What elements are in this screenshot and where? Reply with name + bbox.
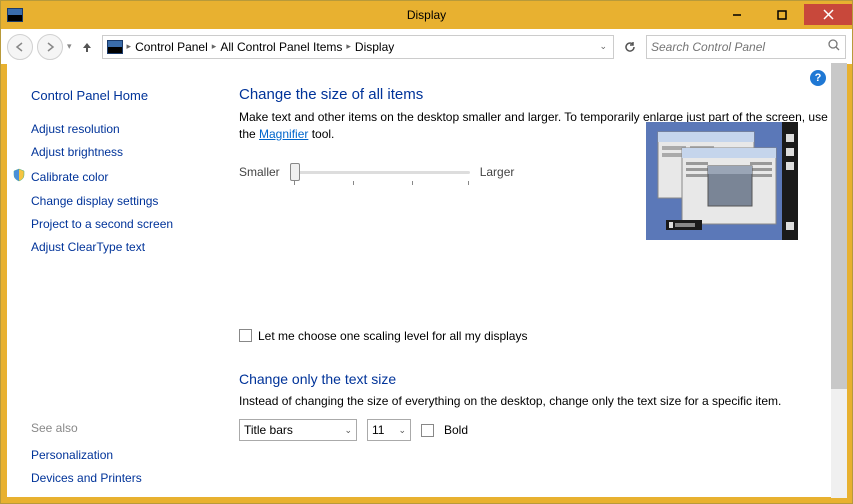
description-2: Instead of changing the size of everythi… — [239, 393, 830, 410]
slider-thumb[interactable] — [290, 163, 300, 181]
font-size-value: 11 — [372, 423, 384, 437]
desc-text: tool. — [308, 127, 334, 141]
scrollbar[interactable] — [831, 63, 847, 498]
scaling-checkbox[interactable] — [239, 329, 252, 342]
chevron-right-icon[interactable]: ▸ — [127, 41, 132, 52]
close-button[interactable] — [804, 4, 852, 25]
sidebar-link-adjust-resolution[interactable]: Adjust resolution — [31, 122, 217, 136]
forward-button[interactable] — [37, 34, 63, 60]
breadcrumb-item-1[interactable]: All Control Panel Items — [220, 40, 342, 54]
location-icon — [107, 40, 123, 54]
see-also-devices-printers[interactable]: Devices and Printers — [31, 471, 217, 485]
font-size-select[interactable]: 11 ⌄ — [367, 419, 411, 441]
breadcrumb-item-2[interactable]: Display — [355, 40, 394, 54]
maximize-button[interactable] — [759, 4, 804, 25]
window-title: Display — [407, 8, 446, 22]
up-button[interactable] — [76, 36, 98, 58]
see-also-personalization[interactable]: Personalization — [31, 448, 217, 462]
search-box[interactable] — [646, 35, 846, 59]
app-icon — [7, 8, 23, 22]
search-input[interactable] — [651, 40, 827, 54]
shield-icon — [11, 168, 27, 185]
breadcrumb-item-0[interactable]: Control Panel — [135, 40, 208, 54]
size-slider[interactable] — [290, 163, 470, 181]
main-panel: Change the size of all items Make text a… — [217, 64, 846, 497]
sidebar-link-calibrate-color[interactable]: Calibrate color — [31, 168, 217, 185]
titlebar: Display — [1, 1, 852, 29]
scrollbar-thumb[interactable] — [831, 63, 847, 389]
chevron-down-icon[interactable]: ⌄ — [599, 41, 607, 52]
chevron-down-icon: ⌄ — [344, 425, 352, 436]
sidebar-link-label: Calibrate color — [31, 170, 108, 184]
see-also-label: See also — [31, 421, 217, 435]
recent-dropdown-icon[interactable]: ▾ — [67, 41, 72, 52]
sidebar-link-adjust-cleartype[interactable]: Adjust ClearType text — [31, 240, 217, 254]
sidebar-link-adjust-brightness[interactable]: Adjust brightness — [31, 145, 217, 159]
heading-change-size: Change the size of all items — [239, 86, 830, 103]
heading-text-size: Change only the text size — [239, 371, 830, 387]
refresh-button[interactable] — [618, 35, 642, 59]
chevron-down-icon: ⌄ — [398, 425, 406, 436]
sidebar: Control Panel Home Adjust resolution Adj… — [7, 64, 217, 497]
sidebar-link-project-second-screen[interactable]: Project to a second screen — [31, 217, 217, 231]
bold-checkbox-label[interactable]: Bold — [444, 423, 468, 437]
chevron-right-icon[interactable]: ▸ — [346, 41, 351, 52]
search-icon[interactable] — [827, 38, 841, 55]
slider-max-label: Larger — [480, 165, 515, 179]
bold-checkbox[interactable] — [421, 424, 434, 437]
display-illustration — [646, 122, 798, 240]
element-select[interactable]: Title bars ⌄ — [239, 419, 357, 441]
element-select-value: Title bars — [244, 423, 293, 437]
control-panel-home-link[interactable]: Control Panel Home — [31, 88, 217, 103]
back-button[interactable] — [7, 34, 33, 60]
navbar: ▾ ▸ Control Panel ▸ All Control Panel It… — [1, 29, 852, 64]
chevron-right-icon[interactable]: ▸ — [212, 41, 217, 52]
slider-min-label: Smaller — [239, 165, 280, 179]
breadcrumb[interactable]: ▸ Control Panel ▸ All Control Panel Item… — [102, 35, 614, 59]
magnifier-link[interactable]: Magnifier — [259, 127, 308, 141]
sidebar-link-change-display-settings[interactable]: Change display settings — [31, 194, 217, 208]
minimize-button[interactable] — [714, 4, 759, 25]
scaling-checkbox-label[interactable]: Let me choose one scaling level for all … — [258, 329, 527, 343]
